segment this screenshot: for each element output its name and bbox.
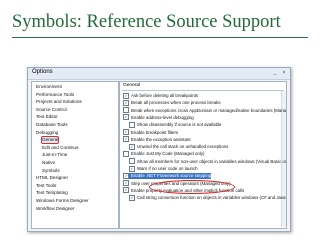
tree-item-label: Environment (36, 84, 62, 89)
option-row[interactable]: ✓ Enable .NET Framework source stepping (123, 172, 212, 180)
tree-item[interactable]: Windows Forms Designer (36, 198, 89, 204)
option-label: Ask before deleting all breakpoints (131, 93, 199, 99)
checkbox[interactable]: ✓ (123, 92, 129, 99)
checkbox[interactable]: ✓ (123, 129, 129, 135)
option-label: Enable address-level debugging (131, 115, 194, 121)
tree-item-label: Edit and Continue (42, 144, 79, 150)
checkbox[interactable]: ✓ (123, 114, 129, 121)
tree-item[interactable]: Debugging (36, 130, 58, 136)
checkbox[interactable]: ✓ (123, 187, 129, 194)
checkbox[interactable]: ✓ (123, 172, 129, 179)
option-label: Enable Just My Code (Managed only) (131, 151, 205, 157)
checkbox[interactable]: ✓ (129, 165, 135, 172)
tree-item[interactable]: Source Control (36, 107, 67, 113)
option-label: Break when exceptions cross AppDomain or… (131, 107, 287, 113)
option-label: Show disassembly if source is not availa… (137, 122, 222, 128)
option-label: Show all members for non-user objects in… (137, 158, 287, 164)
tree-item[interactable]: Edit and Continue (42, 145, 79, 151)
checkbox[interactable]: ✓ (129, 143, 135, 150)
tree-item[interactable]: Environment (36, 84, 62, 90)
tree-item[interactable]: Just-In-Time (42, 152, 67, 158)
tree-item-label: Performance Tools (36, 91, 75, 97)
options-tree: Environment Performance Tools Projects and… (31, 81, 119, 229)
option-label: Call string conversion function on objec… (137, 195, 286, 201)
tree-item-label: Text Templating (36, 190, 68, 196)
option-row[interactable]: Show all members for non-user objects in… (129, 158, 287, 165)
checkbox[interactable]: ✓ (123, 136, 129, 143)
option-label: Enable the exception assistant (131, 136, 191, 142)
tree-item-label: Test Tools (36, 182, 57, 188)
tree-item-label: Debugging (36, 129, 59, 135)
tree-item[interactable]: Database Tools (36, 122, 68, 128)
checkbox[interactable] (129, 121, 135, 128)
checkbox[interactable] (129, 158, 135, 165)
option-row[interactable]: ✓ Ask before deleting all breakpoints (123, 92, 199, 99)
option-row[interactable]: ✓ Warn if no user code on launch (129, 165, 198, 172)
option-row[interactable]: ✓ Call string conversion function on obje… (129, 194, 286, 201)
option-label: Enable breakpoint filters (131, 129, 179, 135)
checkbox[interactable] (123, 107, 129, 114)
tree-item[interactable]: Workflow Designer (36, 206, 74, 212)
highlight-ellipse (149, 180, 235, 194)
checkbox[interactable]: ✓ (123, 180, 129, 187)
tree-item-label: General (42, 137, 59, 143)
tree-item-label: HTML Designer (36, 175, 68, 181)
general-options-pane: General ✓ Ask before deleting all breakpo… (119, 81, 287, 229)
tree-item[interactable]: Symbols (42, 168, 60, 174)
tree-item[interactable]: Native (42, 160, 55, 166)
tree-item[interactable]: General (40, 136, 60, 145)
tree-item-label: Projects and Solutions (36, 99, 82, 105)
option-row[interactable]: Enable Just My Code (Managed only) (123, 150, 205, 157)
title-divider (12, 37, 308, 38)
tree-item[interactable]: Performance Tools (36, 92, 74, 98)
tree-item-label: Symbols (42, 167, 60, 173)
slide-title: Symbols: Reference Source Support (12, 12, 281, 32)
tree-item[interactable]: Text Editor (36, 114, 58, 120)
tree-item-label: Just-In-Time (42, 152, 68, 158)
option-row[interactable]: ✓ Enable address-level debugging (123, 114, 194, 121)
options-dialog: Options _ × Environment Performance Tools… (27, 67, 291, 232)
checkbox[interactable] (123, 150, 129, 157)
tree-item-label: Text Editor (36, 114, 58, 120)
tree-item[interactable]: Text Templating (36, 190, 68, 196)
dialog-title: Options (32, 69, 53, 75)
pane-divider (122, 90, 284, 91)
option-label: Warn if no user code on launch (137, 166, 198, 172)
tree-item-label: Workflow Designer (36, 205, 75, 211)
close-button[interactable]: × (281, 70, 287, 76)
option-label: Break all processes when one process bre… (131, 100, 221, 106)
option-label: Unwind the call stack on unhandled excep… (137, 144, 229, 150)
option-row[interactable]: Show disassembly if source is not availa… (129, 121, 222, 128)
option-row[interactable]: Break when exceptions cross AppDomain or… (123, 107, 287, 114)
pane-title: General (123, 83, 141, 88)
checkbox[interactable]: ✓ (129, 194, 135, 201)
tree-item[interactable]: Projects and Solutions (36, 99, 82, 105)
tree-item[interactable]: HTML Designer (36, 175, 68, 181)
minimize-button[interactable]: _ (272, 70, 278, 76)
tree-item-label: Source Control (36, 106, 67, 112)
tree-item-label: Native (42, 160, 56, 165)
tree-item-label: Windows Forms Designer (36, 198, 89, 203)
option-label: Enable .NET Framework source stepping (131, 173, 212, 179)
dialog-titlebar: Options _ × (28, 68, 290, 80)
tree-item-label: Database Tools (36, 122, 68, 127)
option-row[interactable]: ✓ Enable the exception assistant (123, 136, 191, 143)
option-row[interactable]: ✓ Break all processes when one process br… (123, 99, 221, 106)
checkbox[interactable]: ✓ (123, 99, 129, 106)
option-row[interactable]: ✓ Enable breakpoint filters (123, 129, 179, 136)
tree-item[interactable]: Test Tools (36, 183, 56, 189)
option-row[interactable]: ✓ Unwind the call stack on unhandled exce… (129, 143, 229, 150)
